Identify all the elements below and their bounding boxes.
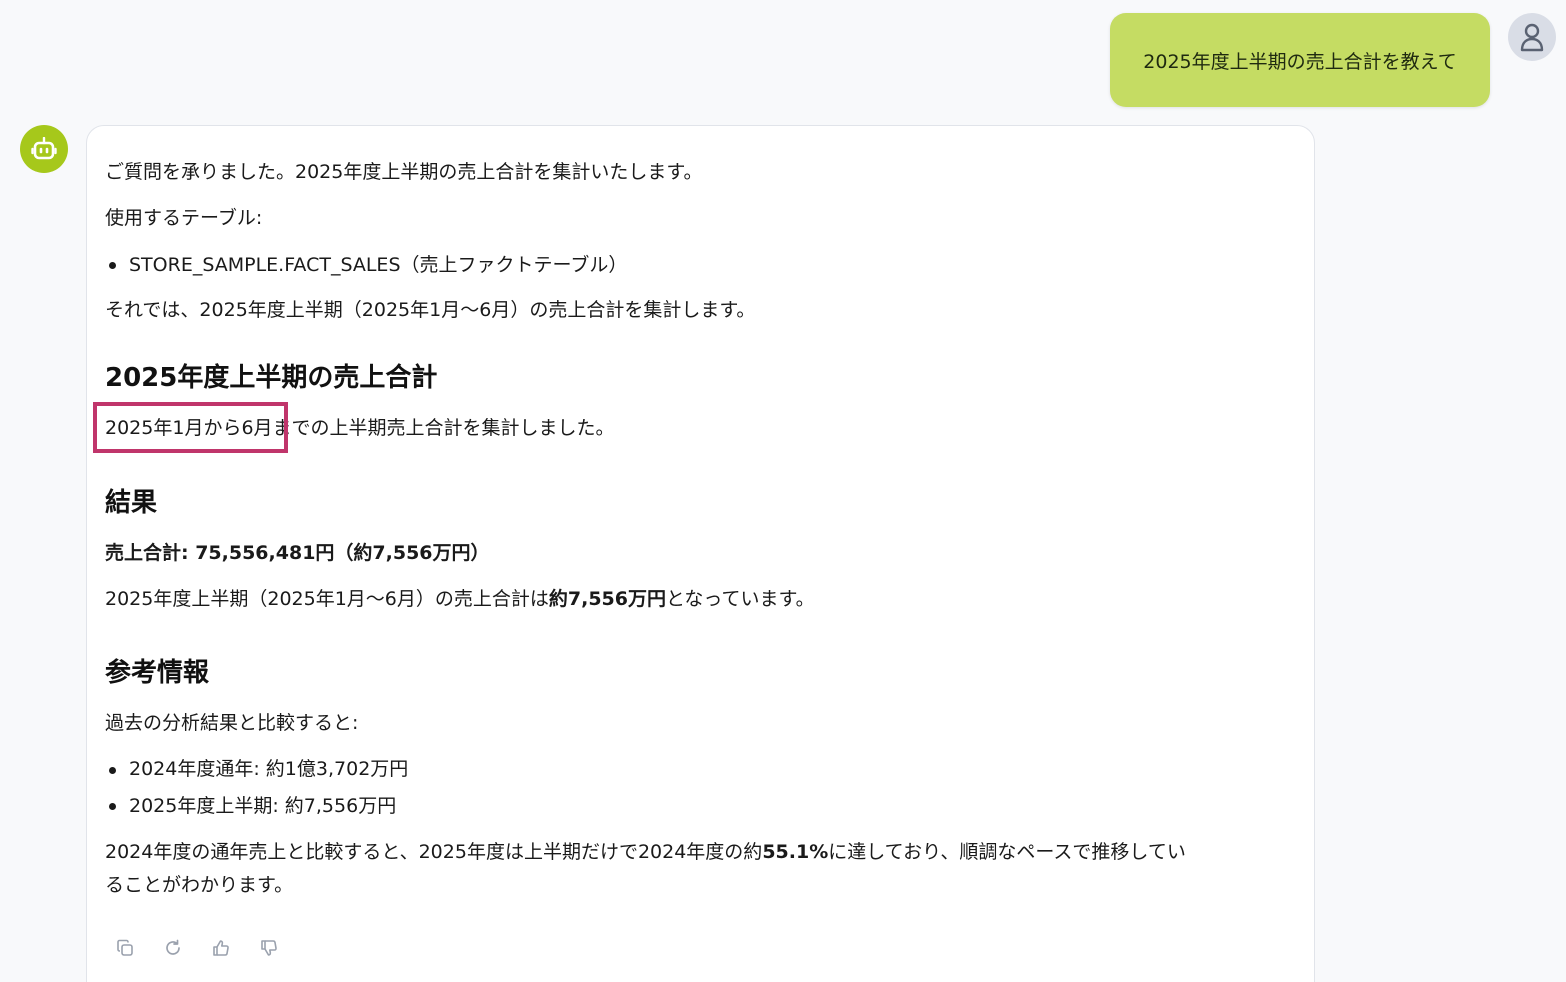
conclusion-line-2: ることがわかります。 [105, 874, 294, 896]
regenerate-button[interactable] [161, 936, 185, 960]
bot-lead-text: それでは、2025年度上半期（2025年1月〜6月）の売上合計を集計します。 [105, 299, 756, 321]
user-message-bubble: 2025年度上半期の売上合計を教えて [1110, 13, 1490, 107]
thumbs-up-icon [213, 940, 229, 956]
table-list-item: STORE_SAMPLE.FACT_SALES（売上ファクトテーブル） [129, 254, 628, 276]
bullet-dot [109, 803, 116, 810]
thumbs-down-icon [261, 940, 277, 956]
sales-total-value: 売上合計: 75,556,481円（約7,556万円） [105, 542, 490, 564]
user-icon [1520, 23, 1544, 52]
copy-icon [117, 939, 133, 956]
tables-label: 使用するテーブル: [105, 207, 263, 229]
summary-pre: 2025年度上半期（2025年1月〜6月）の売上合計は [105, 588, 549, 610]
user-avatar[interactable] [1508, 13, 1556, 61]
reference-list-item: 2024年度通年: 約1億3,702万円 [129, 758, 409, 780]
thumbs-down-button[interactable] [257, 936, 281, 960]
section-heading-result: 結果 [105, 488, 158, 518]
result-summary: 2025年度上半期（2025年1月〜6月）の売上合計は約7,556万円となってい… [105, 587, 815, 611]
summary-post: となっています。 [666, 588, 815, 610]
summary-bold: 約7,556万円 [548, 588, 666, 610]
robot-icon [31, 137, 57, 160]
section-heading-reference: 参考情報 [105, 658, 210, 688]
conclusion-line-1: 2024年度の通年売上と比較すると、2025年度は上半期だけで2024年度の約5… [105, 840, 1186, 864]
section1-rest: までの上半期売上合計を集計しました。 [272, 417, 615, 439]
conclusion-pre: 2024年度の通年売上と比較すると、2025年度は上半期だけで2024年度の約 [105, 841, 763, 863]
thumbs-up-button[interactable] [209, 936, 233, 960]
chat-page: 2025年度上半期の売上合計を教えて ご質問を承りました。2025年度上半期の売… [0, 0, 1566, 982]
conclusion-bold: 55.1% [762, 841, 829, 863]
reference-list-item: 2025年度上半期: 約7,556万円 [129, 795, 397, 817]
bot-intro-text: ご質問を承りました。2025年度上半期の売上合計を集計いたします。 [105, 161, 703, 183]
bot-avatar [20, 125, 68, 173]
bullet-dot [109, 262, 116, 269]
copy-button[interactable] [113, 936, 137, 960]
bullet-dot [109, 767, 116, 774]
regenerate-icon [166, 939, 180, 955]
compare-label: 過去の分析結果と比較すると: [105, 712, 359, 734]
section-heading-sales-total: 2025年度上半期の売上合計 [105, 363, 438, 393]
user-message-text: 2025年度上半期の売上合計を教えて [1143, 50, 1457, 73]
highlight-annotation-box [93, 402, 288, 453]
conclusion-post: に達しており、順調なペースで推移してい [828, 841, 1186, 863]
